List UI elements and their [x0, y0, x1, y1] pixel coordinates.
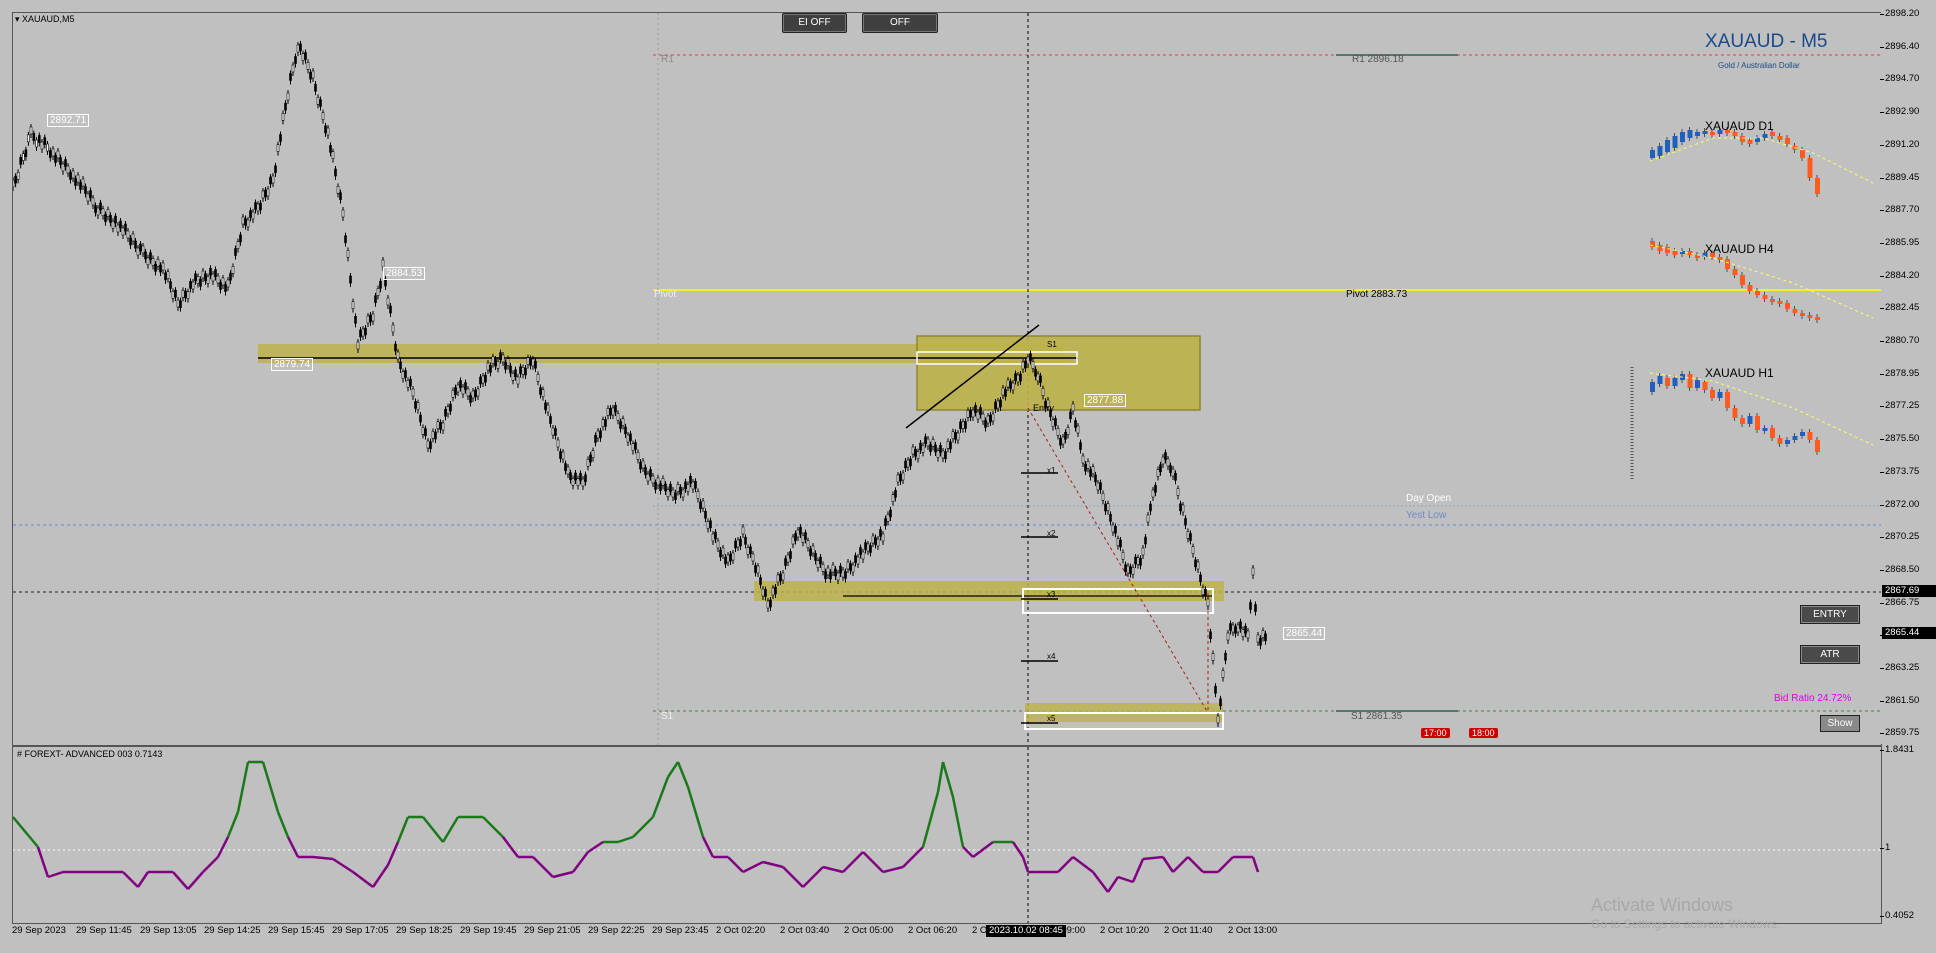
- price-tick: 2894.70: [1879, 73, 1920, 85]
- time-tick: 2 Oct 13:00: [1228, 925, 1278, 936]
- bid-ratio: Bid Ratio 24.72%: [1774, 693, 1852, 704]
- time-tick: 29 Sep 15:45: [268, 925, 325, 936]
- x5-marker: x5: [1047, 714, 1056, 723]
- x1-marker: x1: [1047, 466, 1056, 475]
- time-tick: 29 Sep 19:45: [460, 925, 517, 936]
- header-subtitle: Gold / Australian Dollar: [1718, 61, 1800, 70]
- price-label-1: 2892.71: [47, 114, 90, 127]
- price-tick: 2870.25: [1879, 531, 1920, 543]
- s1-left-label: S1: [661, 711, 674, 722]
- time-tick: 29 Sep 18:25: [396, 925, 453, 936]
- mini-label-h1: XAUAUD H1: [1705, 366, 1774, 380]
- show-button[interactable]: Show: [1820, 715, 1860, 732]
- time-tick: 2 Oct 11:40: [1164, 925, 1213, 936]
- yest-low-label: Yest Low: [1406, 510, 1447, 521]
- header-title: XAUAUD - M5: [1705, 31, 1828, 52]
- price-label-3: 2879.74: [271, 358, 314, 371]
- price-tick: 2861.50: [1879, 694, 1920, 706]
- current-bid-label: 2865.44: [1882, 627, 1936, 639]
- price-tick: 2896.40: [1879, 40, 1920, 52]
- symbol-label: ▾ XAUAUD,M5: [15, 14, 75, 24]
- s1-right-label: S1 2861.35: [1351, 711, 1403, 722]
- price-label-2: 2884.53: [383, 267, 426, 280]
- price-label-5: 2865.44: [1283, 627, 1326, 640]
- time-tick: 29 Sep 23:45: [652, 925, 709, 936]
- price-tick: 2872.00: [1879, 498, 1920, 510]
- price-tick: 2868.50: [1879, 563, 1920, 575]
- session-badge-1: 17:00: [1421, 728, 1450, 738]
- price-tick: 2866.75: [1879, 596, 1920, 608]
- off-button[interactable]: OFF: [862, 13, 938, 33]
- pivot-right-label: Pivot 2883.73: [1346, 289, 1408, 300]
- price-tick: 2884.20: [1879, 269, 1920, 281]
- time-tick: 2 Oct 05:00: [844, 925, 894, 936]
- mini-label-d1: XAUAUD D1: [1705, 119, 1774, 133]
- price-tick: 2875.50: [1879, 433, 1920, 445]
- indicator-panel[interactable]: # FOREXT- ADVANCED 003 0.7143 Activate W…: [12, 746, 1882, 931]
- symbol-text: XAUAUD,M5: [22, 14, 75, 24]
- indicator-label: # FOREXT- ADVANCED 003 0.7143: [17, 749, 163, 759]
- indicator-line: [13, 760, 1260, 893]
- s1-marker: S1: [1047, 340, 1057, 349]
- time-tick: 2 Oct 03:40: [780, 925, 830, 936]
- session-badge-2: 18:00: [1469, 728, 1498, 738]
- indicator-tick: 1: [1879, 842, 1891, 853]
- price-tick: 2877.25: [1879, 400, 1920, 412]
- price-tick: 2891.20: [1879, 138, 1920, 150]
- r1-right-label: R1 2896.18: [1352, 54, 1404, 65]
- price-tick: 2880.70: [1879, 335, 1920, 346]
- time-tick: 2 Oct 02:20: [716, 925, 766, 936]
- price-tick: 2898.20: [1879, 8, 1920, 19]
- price-tick: 2885.95: [1879, 236, 1920, 248]
- price-tick: 2859.75: [1879, 727, 1920, 739]
- time-tick: 29 Sep 22:25: [588, 925, 645, 936]
- watermark-line1: Activate Windows: [1591, 895, 1734, 915]
- time-tick: 29 Sep 17:05: [332, 925, 389, 936]
- price-tick: 2878.95: [1879, 367, 1920, 379]
- x3-marker: x3: [1047, 590, 1056, 599]
- price-tick: 2892.90: [1879, 106, 1920, 118]
- indicator-tick: 0.4052: [1879, 910, 1915, 921]
- price-tick: 2882.45: [1879, 302, 1920, 314]
- r1-left-label: R1: [661, 54, 674, 65]
- time-tick: 29 Sep 13:05: [140, 925, 197, 936]
- price-tick: 2863.25: [1879, 662, 1920, 673]
- x2-marker: x2: [1047, 529, 1056, 538]
- pivot-left-label: Pivot: [654, 289, 677, 300]
- time-tick: 29 Sep 2023: [12, 925, 66, 936]
- mini-chart-h1: [1649, 371, 1874, 455]
- time-tick: 29 Sep 11:45: [76, 925, 132, 936]
- entry-button[interactable]: ENTRY: [1800, 605, 1860, 624]
- entry-marker: Entry: [1033, 403, 1055, 413]
- crosshair-time-label: 2023.10.02 08:45: [986, 925, 1066, 937]
- indicator-axis: 1.8431 1 0.4052: [1879, 744, 1936, 922]
- mini-label-h4: XAUAUD H4: [1705, 242, 1774, 256]
- ei-off-button[interactable]: EI OFF: [782, 13, 847, 33]
- time-tick: 2 Oct 10:20: [1100, 925, 1150, 936]
- price-chart-canvas: [13, 13, 1881, 745]
- main-chart[interactable]: ▾ XAUAUD,M5 R1 R1 2896.18 Pivot Pivot 28…: [12, 12, 1882, 746]
- price-tick: 2873.75: [1879, 465, 1920, 477]
- entry-zone: [916, 335, 1201, 411]
- price-label-4: 2877.88: [1084, 394, 1127, 407]
- current-ask-label: 2867.69: [1882, 585, 1936, 597]
- mini-chart-d1: [1649, 127, 1874, 197]
- support-zone: [754, 581, 1224, 601]
- atr-button[interactable]: ATR: [1800, 645, 1860, 664]
- day-open-label: Day Open: [1406, 493, 1452, 504]
- projection-line: [1027, 407, 1209, 714]
- price-tick: 2889.45: [1879, 171, 1920, 183]
- time-tick: 2 Oct 06:20: [908, 925, 958, 936]
- price-tick: 2887.70: [1879, 204, 1920, 216]
- indicator-tick: 1.8431: [1879, 744, 1915, 755]
- time-tick: 29 Sep 14:25: [204, 925, 261, 936]
- x4-marker: x4: [1047, 652, 1056, 661]
- time-tick: 29 Sep 21:05: [524, 925, 581, 936]
- time-axis[interactable]: 29 Sep 2023 29 Sep 11:45 29 Sep 13:05 29 Se…: [12, 922, 1880, 942]
